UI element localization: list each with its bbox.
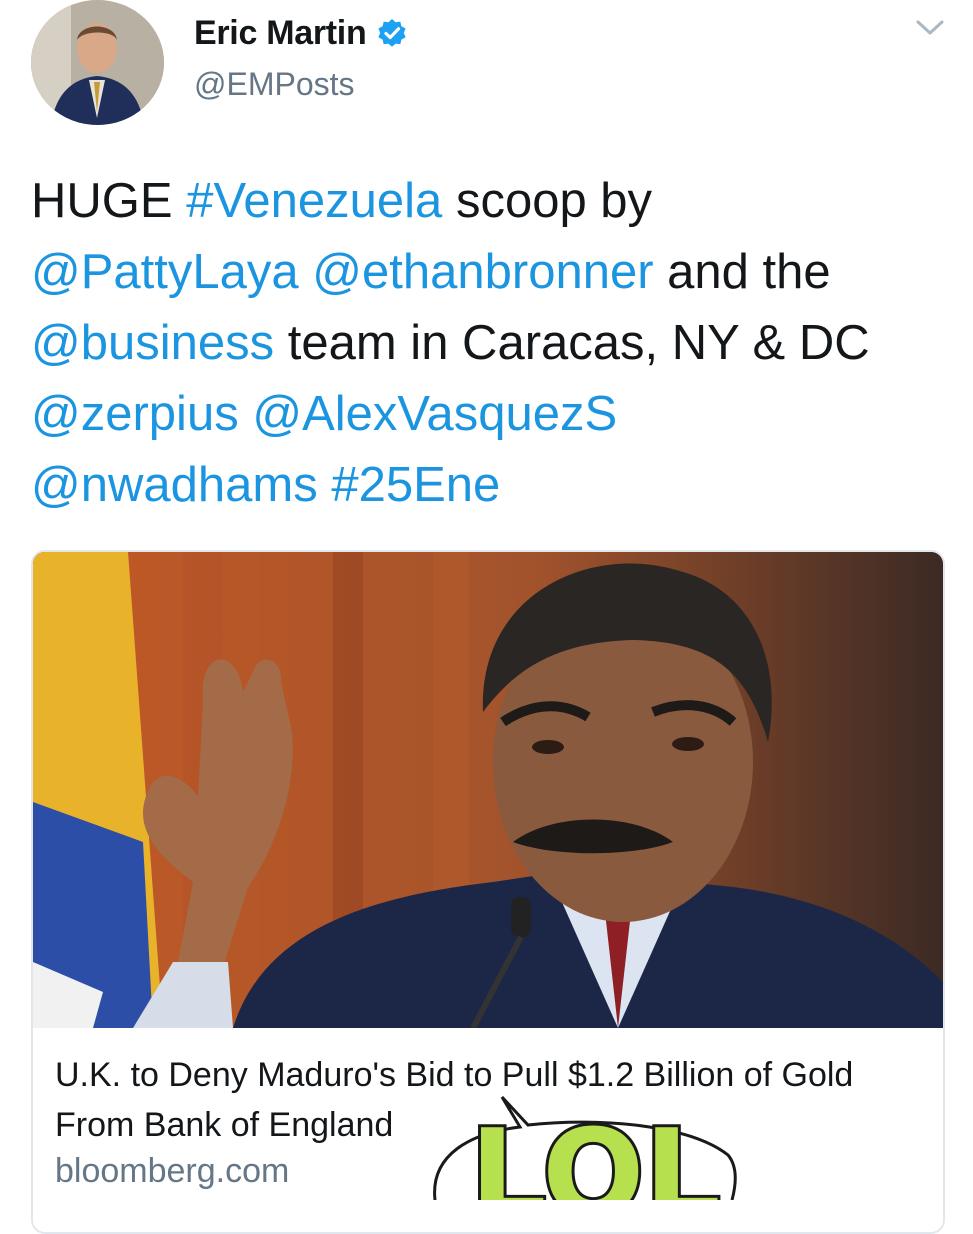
tweet-text-segment: HUGE (31, 174, 187, 228)
mention-link[interactable]: @business (31, 316, 274, 370)
tweet-text: HUGE #Venezuela scoop by @PattyLaya @eth… (31, 166, 951, 521)
chevron-down-icon[interactable] (912, 16, 948, 40)
card-domain[interactable]: bloomberg.com (55, 1152, 289, 1191)
tweet-text-segment (299, 245, 313, 299)
tweet-text-segment: and the (653, 245, 831, 299)
hashtag-link[interactable]: #Venezuela (186, 174, 442, 228)
card-image[interactable] (33, 552, 943, 1028)
verified-badge-icon (376, 18, 408, 50)
mention-link[interactable]: @AlexVasquezS (252, 387, 617, 441)
mention-link[interactable]: @nwadhams (31, 458, 318, 512)
avatar-photo (31, 0, 164, 125)
lol-sticker: LOL (410, 1085, 740, 1234)
user-handle[interactable]: @EMPosts (194, 66, 355, 103)
tweet-text-segment (239, 387, 253, 441)
tweet-text-segment (318, 458, 332, 512)
avatar[interactable] (31, 0, 164, 125)
sticker-text: LOL (470, 1105, 721, 1200)
tweet-text-segment: team in Caracas, NY & DC (274, 316, 870, 370)
mention-link[interactable]: @PattyLaya (31, 245, 299, 299)
mention-link[interactable]: @ethanbronner (312, 245, 653, 299)
mention-link[interactable]: @zerpius (31, 387, 239, 441)
user-name-row[interactable]: Eric Martin (194, 14, 408, 53)
card-photo (33, 552, 943, 1028)
user-name[interactable]: Eric Martin (194, 14, 367, 53)
tweet-text-segment: scoop by (442, 174, 653, 228)
hashtag-link[interactable]: #25Ene (331, 458, 500, 512)
